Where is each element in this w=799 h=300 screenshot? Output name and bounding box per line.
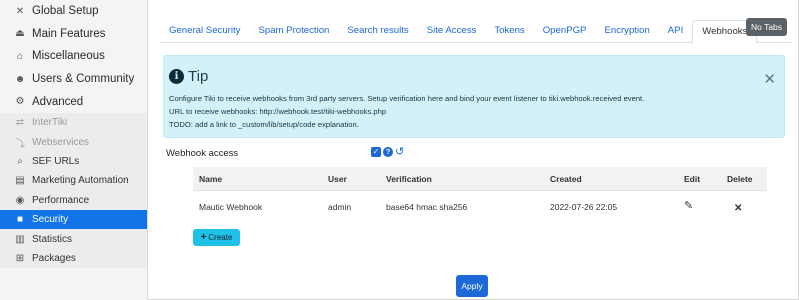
apply-button[interactable]: Apply (456, 275, 488, 297)
tip-heading: i Tip (169, 68, 208, 85)
close-icon[interactable]: ✕ (763, 70, 776, 88)
tip-title: Tip (188, 68, 209, 85)
sidebar-item-packages[interactable]: ⊞ Packages (0, 248, 147, 269)
webhook-access-controls: ✓ ? ↺ (371, 147, 404, 158)
webhook-user: admin (328, 202, 352, 212)
column-header-created: Created (550, 174, 582, 184)
tab-openpgp[interactable]: OpenPGP (534, 20, 596, 42)
sidebar-item-label: Miscellaneous (32, 50, 105, 63)
webservices-icon: ⤵ (15, 138, 25, 150)
sidebar-item-miscellaneous[interactable]: ⌂ Miscellaneous (0, 45, 147, 68)
sidebar-item-label: Marketing Automation (32, 175, 129, 187)
webhook-access-label: Webhook access (166, 148, 239, 159)
users-icon: ☻ (14, 73, 26, 85)
sidebar-item-intertiki[interactable]: ⇄ InterTiki (0, 112, 147, 133)
column-header-name: Name (199, 174, 223, 184)
sidebar-item-performance[interactable]: ◉ Performance (0, 190, 147, 210)
reset-icon[interactable]: ↺ (395, 147, 404, 158)
tab-site-access[interactable]: Site Access (418, 20, 486, 42)
tab-general-security[interactable]: General Security (160, 20, 249, 42)
tip-text-line: TODO: add a link to _custom/lib/setup/co… (169, 120, 359, 129)
tab-encryption[interactable]: Encryption (595, 20, 658, 42)
webhooks-table: Name User Verification Created Edit Dele… (193, 167, 767, 222)
chart-icon: ▥ (15, 233, 25, 245)
sidebar-item-label: SEF URLs (32, 155, 80, 167)
sidebar-item-sef-urls[interactable]: ⌕ SEF URLs (0, 151, 147, 172)
tab-api[interactable]: API (659, 20, 692, 42)
edit-icon[interactable]: ✎ (684, 199, 693, 212)
sidebar-item-label: Users & Community (32, 73, 135, 86)
sidebar-item-main-features[interactable]: ⏏ Main Features (0, 23, 147, 46)
column-header-edit: Edit (684, 174, 701, 184)
exchange-icon: ⇄ (15, 117, 25, 129)
sidebar-item-label: Performance (32, 194, 90, 206)
tip-text-line: URL to receive webhooks: http://webhook.… (169, 107, 387, 116)
webhook-created: 2022-07-26 22:05 (550, 202, 618, 212)
sidebar-item-marketing-automation[interactable]: ▤ Marketing Automation (0, 171, 147, 191)
column-header-user: User (328, 174, 347, 184)
column-header-delete: Delete (727, 174, 753, 184)
sidebar-item-label: Statistics (32, 233, 73, 245)
column-header-verification: Verification (386, 174, 432, 184)
table-row: Mautic Webhook admin base64 hmac sha256 … (193, 191, 767, 222)
flask-icon: ⌂ (16, 50, 24, 62)
performance-icon: ◉ (15, 194, 25, 206)
sidebar-item-label: Advanced (32, 95, 84, 108)
sidebar-item-label: Webservices (32, 136, 90, 148)
tab-search-results[interactable]: Search results (338, 20, 417, 42)
tab-tokens[interactable]: Tokens (485, 20, 533, 42)
sidebar-item-users-community[interactable]: ☻ Users & Community (0, 68, 147, 91)
tab-bar: General Security Spam Protection Search … (160, 20, 792, 44)
info-icon: i (169, 69, 184, 84)
tools-icon: ✕ (15, 5, 25, 17)
sidebar-item-label: Global Setup (32, 5, 99, 18)
sidebar-item-global-setup[interactable]: ✕ Global Setup (0, 0, 147, 23)
no-tabs-button[interactable]: No Tabs (746, 18, 788, 36)
sidebar-item-security[interactable]: ■ Security (0, 209, 147, 230)
sidebar-item-label: Main Features (32, 27, 106, 40)
create-button-label: Create (208, 233, 233, 242)
create-button[interactable]: + Create (193, 229, 240, 246)
webhook-name: Mautic Webhook (199, 202, 263, 212)
webhook-access-checkbox[interactable]: ✓ (371, 147, 381, 157)
sidebar-item-statistics[interactable]: ▥ Statistics (0, 229, 147, 249)
table-header: Name User Verification Created Edit Dele… (193, 167, 767, 191)
marketing-icon: ▤ (15, 175, 25, 187)
plus-icon: + (200, 232, 207, 243)
help-icon[interactable]: ? (383, 147, 393, 157)
lock-icon: ■ (16, 214, 24, 226)
tip-text-line: Configure Tiki to receive webhooks from … (169, 94, 645, 103)
webhook-verification: base64 hmac sha256 (386, 202, 468, 212)
sidebar-item-label: Packages (32, 252, 76, 264)
delete-icon[interactable]: ✕ (734, 203, 742, 214)
cogs-icon: ⚙ (15, 96, 25, 108)
tip-alert: i Tip ✕ Configure Tiki to receive webhoo… (163, 55, 785, 138)
admin-sidebar: ✕ Global Setup ⏏ Main Features ⌂ Miscell… (0, 0, 148, 300)
tab-spam-protection[interactable]: Spam Protection (249, 20, 338, 42)
sidebar-item-label: InterTiki (32, 117, 68, 129)
institution-icon: ⏏ (15, 28, 25, 40)
gift-icon: ⊞ (15, 252, 25, 264)
sidebar-item-advanced[interactable]: ⚙ Advanced (0, 90, 147, 113)
sidebar-item-webservices[interactable]: ⤵ Webservices (0, 132, 147, 152)
sidebar-item-label: Security (32, 214, 69, 226)
search-icon: ⌕ (17, 155, 23, 167)
